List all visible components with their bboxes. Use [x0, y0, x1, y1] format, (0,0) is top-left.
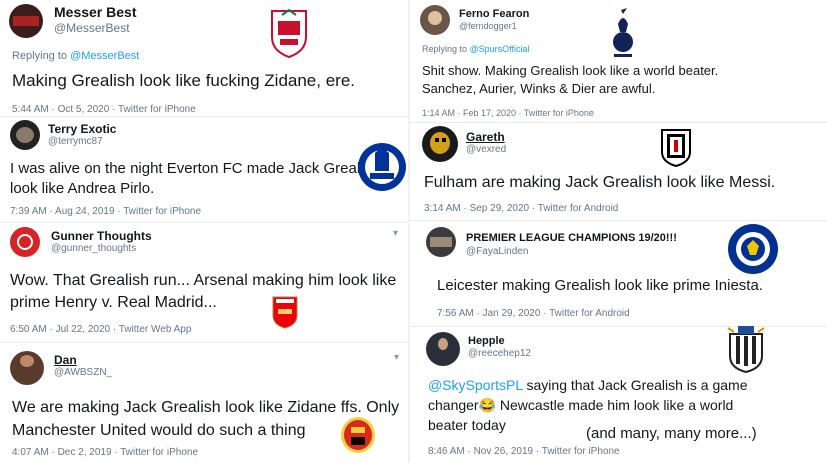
display-name[interactable]: Messer Best — [54, 4, 137, 20]
tweet-text-line-2: prime Henry v. Real Madrid... — [10, 294, 217, 311]
display-name[interactable]: Dan — [54, 353, 77, 367]
tweet-card[interactable]: Gunner Thoughts @gunner_thoughts ▾ Wow. … — [0, 222, 408, 342]
liverpool-crest-icon — [271, 8, 307, 59]
tweet-text-line-2: Sanchez, Aurier, Winks & Dier are awful. — [422, 81, 656, 96]
tweet-text-line-2: changer😂 Newcastle made him look like a … — [428, 397, 734, 413]
tweet-card[interactable]: Terry Exotic @terrymc87 I was alive on t… — [0, 116, 408, 222]
mention-link[interactable]: @SkySportsPL — [428, 377, 523, 393]
tweet-text: Leicester making Grealish look like prim… — [437, 277, 763, 294]
tweet-timestamp[interactable]: 3:14 AM · Sep 29, 2020 · Twitter for And… — [424, 203, 618, 214]
divider — [410, 122, 827, 123]
display-name[interactable]: Hepple — [468, 335, 505, 347]
newcastle-crest-icon — [727, 326, 765, 374]
tweet-card[interactable]: Messer Best @MesserBest Replying to @Mes… — [0, 0, 408, 116]
avatar[interactable] — [9, 4, 43, 38]
display-name[interactable]: Gareth — [466, 130, 505, 144]
footnote: (and many, many more...) — [586, 425, 757, 442]
tottenham-crest-icon — [613, 8, 633, 57]
replying-to-label: Replying to — [12, 50, 71, 62]
tweet-text: Fulham are making Jack Grealish look lik… — [424, 174, 776, 191]
tweet-card[interactable]: Dan @AWBSZN_ ▾ We are making Jack Greali… — [0, 342, 408, 463]
tweet-card[interactable]: Hepple @reecehep12 @SkySportsPL saying t… — [410, 326, 827, 463]
reply-mention-link[interactable]: @MesserBest — [70, 50, 139, 62]
handle[interactable]: @AWBSZN_ — [54, 367, 112, 378]
tweet-timestamp[interactable]: 5:44 AM · Oct 5, 2020 · Twitter for iPho… — [12, 104, 196, 115]
tweet-text-line-1: I was alive on the night Everton FC made… — [10, 160, 380, 177]
tweet-card[interactable]: Gareth @vexred Fulham are making Jack Gr… — [410, 122, 827, 220]
chevron-down-icon[interactable]: ▾ — [393, 228, 398, 239]
divider — [0, 342, 408, 343]
tweet-text-line-3: beater today — [428, 417, 506, 433]
handle[interactable]: @ferndogger1 — [459, 21, 517, 31]
avatar[interactable] — [426, 332, 460, 366]
tweet-text-line-1: Shit show. Making Grealish look like a w… — [422, 63, 719, 78]
handle[interactable]: @terrymc87 — [48, 136, 103, 147]
avatar[interactable] — [10, 351, 44, 385]
divider — [410, 220, 827, 221]
tweet-text-line-1: Wow. That Grealish run... Arsenal making… — [10, 272, 397, 289]
handle[interactable]: @MesserBest — [54, 21, 130, 35]
handle[interactable]: @vexred — [466, 144, 506, 155]
avatar[interactable] — [422, 126, 458, 162]
manchester-united-crest-icon — [341, 417, 375, 453]
replying-to: Replying to @SpursOfficial — [422, 44, 530, 54]
tweet-text-fragment: saying that Jack Grealish is a game — [522, 377, 748, 393]
tweet-timestamp[interactable]: 7:39 AM · Aug 24, 2019 · Twitter for iPh… — [10, 206, 201, 217]
chevron-down-icon[interactable]: ▾ — [394, 352, 399, 363]
arsenal-crest-icon — [272, 296, 298, 329]
tweet-card[interactable]: PREMIER LEAGUE CHAMPIONS 19/20!!! @FayaL… — [410, 220, 827, 326]
tweet-timestamp[interactable]: 7:56 AM · Jan 29, 2020 · Twitter for And… — [437, 308, 630, 319]
avatar[interactable] — [10, 227, 40, 257]
tweet-text-line-1: @SkySportsPL saying that Jack Grealish i… — [428, 376, 748, 394]
replying-to: Replying to @MesserBest — [12, 50, 139, 62]
handle[interactable]: @gunner_thoughts — [51, 243, 136, 254]
fulham-crest-icon — [661, 129, 691, 168]
divider — [0, 116, 408, 117]
tweet-timestamp[interactable]: 1:14 AM · Feb 17, 2020 · Twitter for iPh… — [422, 108, 594, 118]
tweet-timestamp[interactable]: 8:46 AM · Nov 26, 2019 · Twitter for iPh… — [428, 446, 620, 457]
display-name[interactable]: PREMIER LEAGUE CHAMPIONS 19/20!!! — [466, 232, 677, 244]
reply-mention-link[interactable]: @SpursOfficial — [470, 44, 530, 54]
avatar[interactable] — [420, 5, 450, 35]
handle[interactable]: @reecehep12 — [468, 348, 531, 359]
display-name[interactable]: Gunner Thoughts — [51, 229, 152, 243]
handle[interactable]: @FayaLinden — [466, 246, 528, 257]
display-name[interactable]: Terry Exotic — [48, 122, 116, 136]
avatar[interactable] — [426, 227, 456, 257]
tweet-text: Making Grealish look like fucking Zidane… — [12, 71, 355, 90]
tweet-timestamp[interactable]: 4:07 AM · Dec 2, 2019 · Twitter for iPho… — [12, 447, 198, 458]
avatar[interactable] — [10, 120, 40, 150]
leicester-crest-icon — [728, 224, 778, 274]
tweet-text-line-2: look like Andrea Pirlo. — [10, 180, 155, 197]
tweet-text-line-2: Manchester United would do such a thing — [12, 422, 306, 439]
everton-crest-icon — [358, 143, 406, 191]
display-name[interactable]: Ferno Fearon — [459, 8, 529, 20]
tweet-timestamp[interactable]: 6:50 AM · Jul 22, 2020 · Twitter Web App — [10, 324, 191, 335]
tweet-card[interactable]: Ferno Fearon @ferndogger1 Replying to @S… — [410, 0, 827, 122]
replying-to-label: Replying to — [422, 44, 470, 54]
divider — [0, 222, 408, 223]
